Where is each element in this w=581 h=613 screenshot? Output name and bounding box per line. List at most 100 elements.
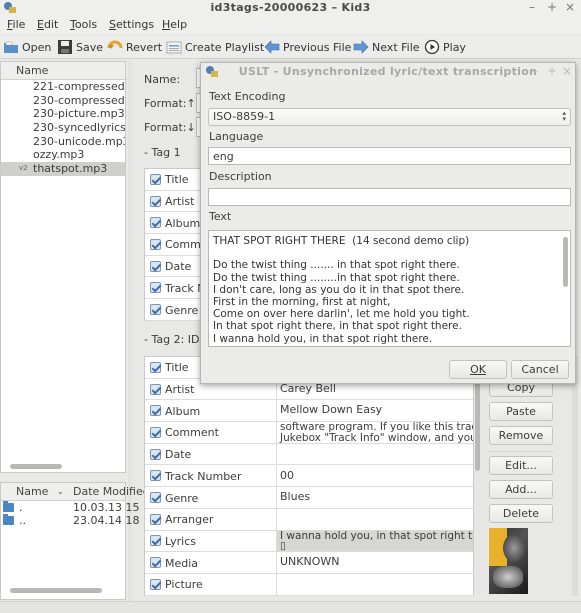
dialog-minimize-button[interactable]: –: [532, 64, 538, 78]
menu-tools[interactable]: Tools: [70, 18, 97, 31]
revert-button[interactable]: Revert: [107, 38, 162, 56]
field-checkbox[interactable]: [150, 238, 161, 250]
field-checkbox[interactable]: [150, 217, 161, 229]
file-list-item[interactable]: ozzy.mp3: [1, 148, 125, 162]
save-button[interactable]: Save: [57, 38, 103, 56]
next-file-button[interactable]: Next File: [353, 38, 420, 56]
paste-button[interactable]: Paste: [489, 402, 553, 421]
text-label: Text: [209, 210, 232, 223]
dir-header-date[interactable]: Date Modified: [73, 483, 150, 501]
tag2-vscrollbar[interactable]: [475, 356, 481, 596]
delete-button[interactable]: Delete: [489, 504, 553, 523]
field-value[interactable]: Mellow Down Easy: [276, 400, 473, 422]
tag-field-row[interactable]: Album: [145, 212, 203, 235]
field-value[interactable]: [276, 574, 473, 595]
field-checkbox[interactable]: [150, 470, 161, 482]
field-checkbox[interactable]: [150, 260, 161, 272]
field-name: Title: [165, 173, 189, 187]
create-playlist-button[interactable]: Create Playlist: [166, 38, 264, 56]
tag-field-row[interactable]: Comment software program. If you like thi…: [145, 422, 473, 444]
tag2-group-title[interactable]: - Tag 2: ID3: [144, 333, 207, 346]
file-list-item[interactable]: 230-syncedlyrics.mp3: [1, 121, 125, 135]
tag-field-row[interactable]: Title: [145, 169, 203, 191]
field-checkbox[interactable]: [150, 173, 161, 185]
album-cover-image[interactable]: [489, 528, 528, 594]
maximize-button[interactable]: +: [545, 0, 559, 14]
field-value[interactable]: [276, 508, 473, 530]
field-value[interactable]: I wanna hold you, in that spot right th……: [276, 530, 473, 552]
menu-settings[interactable]: Settings: [109, 18, 154, 31]
field-value[interactable]: [276, 443, 473, 465]
add-button[interactable]: Add...: [489, 480, 553, 499]
field-value[interactable]: 00: [276, 465, 473, 487]
open-button[interactable]: Open: [3, 38, 51, 56]
file-list-header-name[interactable]: Name: [1, 62, 125, 80]
edit-button[interactable]: Edit...: [489, 456, 553, 475]
cancel-button[interactable]: Cancel: [511, 360, 569, 379]
previous-file-button[interactable]: Previous File: [264, 38, 351, 56]
cover-harmonica-hands: [493, 566, 523, 588]
dir-header-name[interactable]: Name: [16, 483, 48, 501]
play-button[interactable]: Play: [424, 38, 466, 56]
field-checkbox[interactable]: [150, 448, 161, 460]
file-list-hscrollbar[interactable]: [10, 464, 62, 469]
menu-edit[interactable]: Edit: [37, 18, 58, 31]
language-input[interactable]: [208, 147, 571, 165]
field-checkbox[interactable]: [150, 578, 161, 590]
dir-row[interactable]: .. 23.04.14 18: [1, 514, 139, 527]
field-value-text: Mellow Down Easy: [280, 403, 383, 417]
field-checkbox[interactable]: [150, 304, 161, 316]
file-list-item[interactable]: 230-compressed.mp3: [1, 94, 125, 108]
menu-file[interactable]: File: [7, 18, 25, 31]
close-button[interactable]: ×: [563, 0, 577, 14]
dialog-maximize-button[interactable]: +: [547, 64, 557, 78]
field-checkbox[interactable]: [150, 195, 161, 207]
dialog-close-button[interactable]: ×: [562, 64, 572, 78]
field-checkbox[interactable]: [150, 405, 161, 417]
tag-field-row[interactable]: Album Mellow Down Easy: [145, 400, 473, 423]
remove-button[interactable]: Remove: [489, 426, 553, 445]
field-value[interactable]: UNKNOWN: [276, 552, 473, 573]
right-panel-vscrollbar[interactable]: [572, 356, 578, 596]
field-value[interactable]: software program. If you like this trac……: [276, 422, 473, 443]
textarea-vscroll-thumb[interactable]: [563, 237, 568, 287]
text-encoding-combo[interactable]: ISO-8859-1 ▴ ▾: [208, 108, 571, 126]
tag-field-row[interactable]: Picture: [145, 574, 473, 596]
field-checkbox[interactable]: [150, 557, 161, 569]
field-checkbox[interactable]: [150, 426, 161, 438]
file-list-item[interactable]: v2 thatspot.mp3: [1, 162, 125, 176]
field-name: Comment: [165, 426, 219, 440]
field-checkbox[interactable]: [150, 282, 161, 294]
file-list-item[interactable]: 230-picture.mp3: [1, 107, 125, 121]
revert-label: Revert: [126, 40, 163, 54]
tag-version-icon: v2: [19, 164, 28, 173]
tag-field-row[interactable]: Media UNKNOWN: [145, 552, 473, 574]
tag-field-row[interactable]: Artist: [145, 191, 203, 213]
tag-field-row[interactable]: Track Number 00: [145, 465, 473, 488]
ok-button[interactable]: OK: [449, 360, 507, 379]
tag-field-row[interactable]: Arranger: [145, 508, 473, 531]
tag-field-row[interactable]: Date: [145, 443, 473, 466]
menu-help[interactable]: Help: [162, 18, 187, 31]
tag-field-row[interactable]: Lyrics I wanna hold you, in that spot rig…: [145, 530, 473, 553]
field-checkbox[interactable]: [150, 535, 161, 547]
field-checkbox[interactable]: [150, 361, 161, 373]
file-list-item[interactable]: 221-compressed.mp3: [1, 80, 125, 94]
tag-field-row[interactable]: Track Number: [145, 278, 241, 300]
field-value[interactable]: Blues: [276, 487, 473, 508]
tag-field-row[interactable]: Genre: [145, 299, 203, 321]
tag1-group-title[interactable]: - Tag 1: [144, 146, 181, 159]
dir-list-hscrollbar[interactable]: [10, 588, 102, 593]
dir-row[interactable]: . 10.03.13 15: [1, 501, 139, 514]
dialog-titlebar[interactable]: USLT - Unsynchronized lyric/text transcr…: [201, 63, 575, 81]
tag-field-row[interactable]: Genre Blues: [145, 487, 473, 509]
tag-field-row[interactable]: Comment: [145, 234, 219, 256]
field-checkbox[interactable]: [150, 513, 161, 525]
tag-field-row[interactable]: Date: [145, 256, 203, 278]
description-input[interactable]: [208, 188, 571, 206]
minimize-button[interactable]: –: [525, 0, 539, 14]
file-list-item[interactable]: 230-unicode.mp3: [1, 135, 125, 149]
field-checkbox[interactable]: [150, 492, 161, 504]
field-checkbox[interactable]: [150, 383, 161, 395]
lyrics-textarea[interactable]: THAT SPOT RIGHT THERE (14 second demo cl…: [208, 230, 571, 347]
